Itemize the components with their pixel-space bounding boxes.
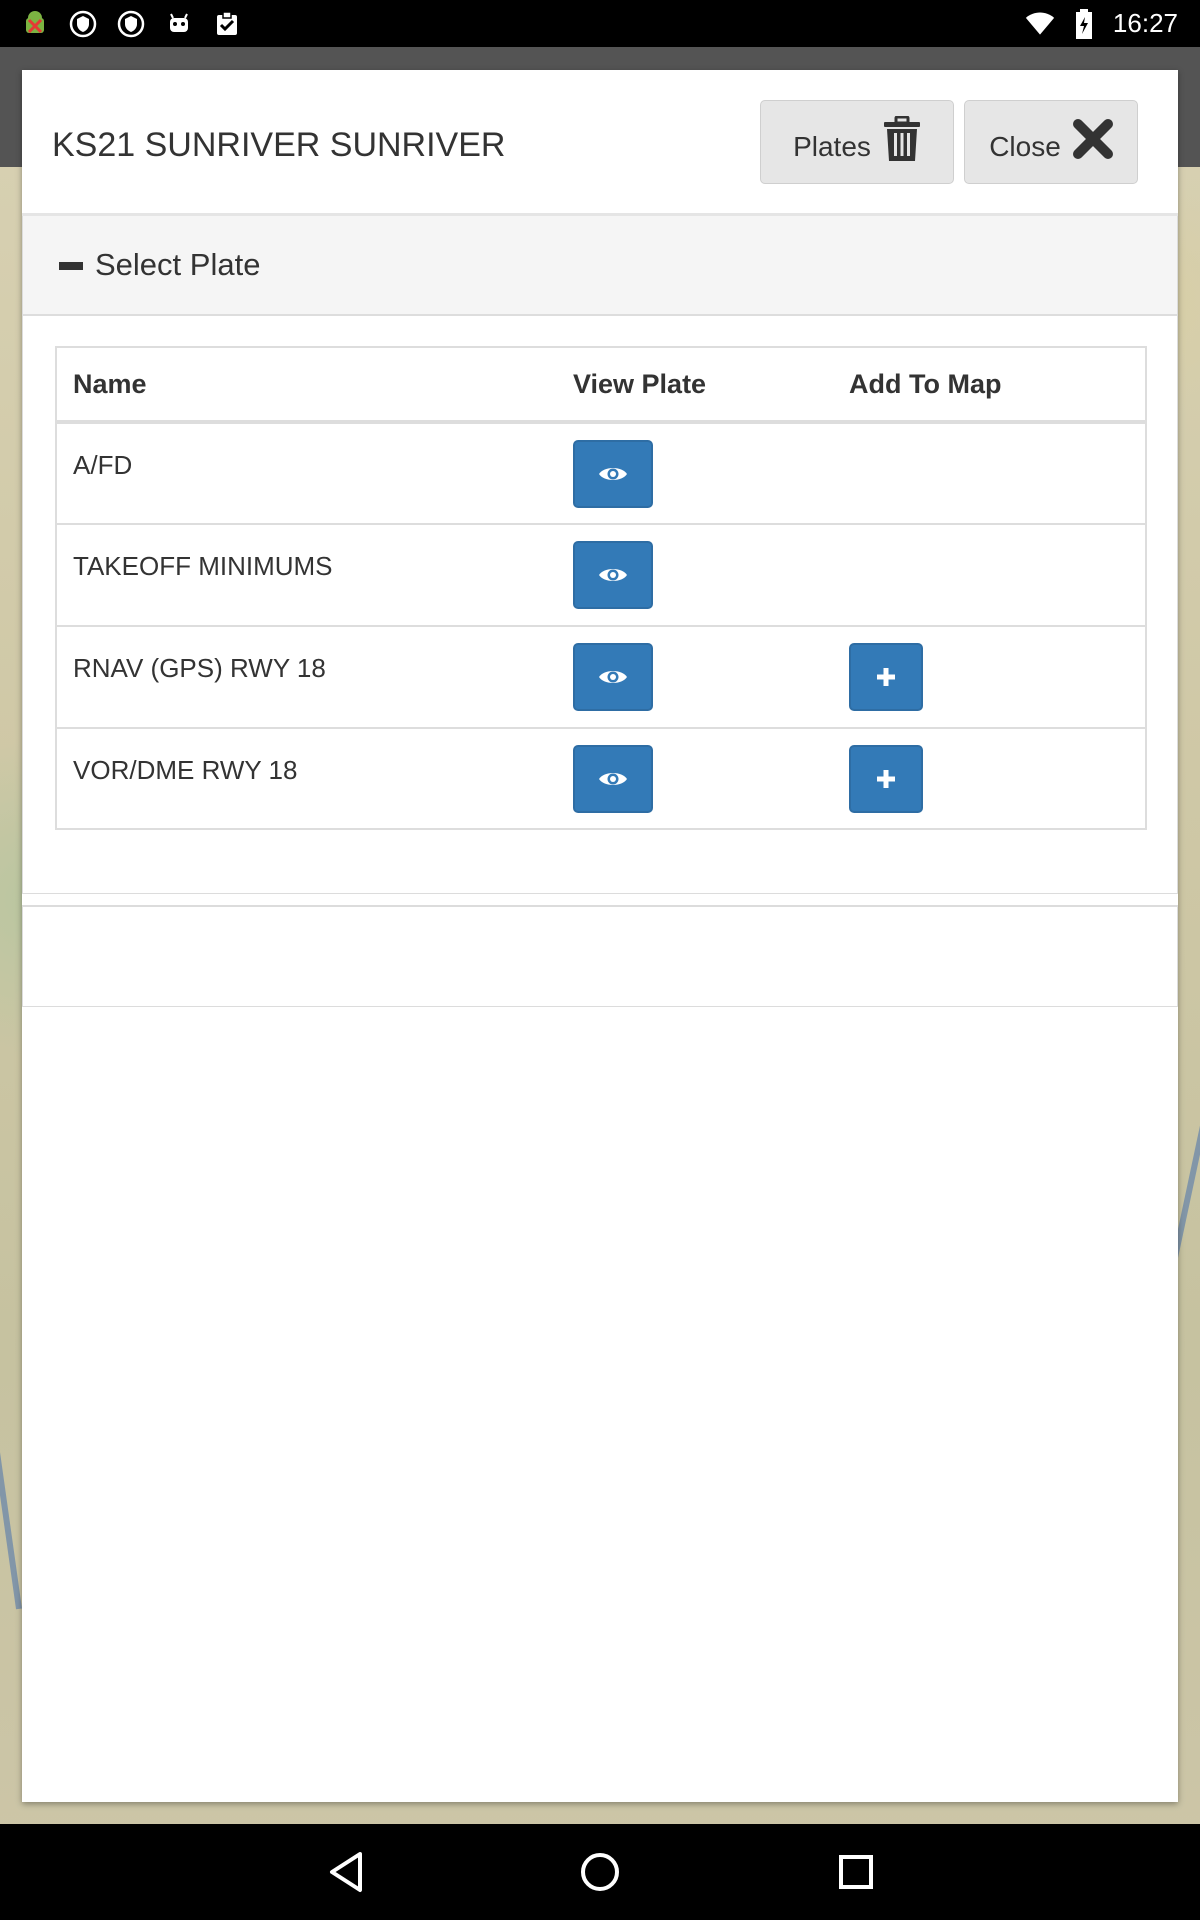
column-header-view-plate: View Plate (557, 348, 833, 424)
add-to-map-button[interactable] (849, 643, 923, 711)
table-row: RNAV (GPS) RWY 18 (57, 625, 1145, 728)
plate-name: RNAV (GPS) RWY 18 (57, 625, 557, 728)
panel-title: Select Plate (95, 247, 261, 282)
clipboard-check-icon (212, 9, 242, 39)
shield-icon (116, 9, 146, 39)
plates-button-label: Plates (793, 131, 871, 162)
home-button[interactable] (576, 1848, 624, 1896)
view-cell (557, 727, 833, 830)
plates-modal: KS21 SUNRIVER SUNRIVER Plates Close Sele… (22, 70, 1178, 1802)
view-plate-button[interactable] (573, 643, 653, 711)
close-button-label: Close (989, 131, 1061, 162)
table-header-row: Name View Plate Add To Map (57, 348, 1145, 424)
column-header-name: Name (57, 348, 557, 424)
recents-icon (839, 1855, 873, 1889)
plate-name: A/FD (73, 450, 133, 480)
add-cell (833, 727, 1145, 830)
select-plate-heading[interactable]: Select Plate (23, 216, 1177, 316)
plus-icon (877, 770, 895, 788)
table-row: A/FD (57, 422, 1145, 524)
eye-icon (599, 671, 627, 683)
map-river (0, 1380, 22, 1610)
trash-icon (883, 115, 921, 169)
close-button[interactable]: Close (964, 100, 1138, 184)
add-cell (833, 625, 1145, 728)
close-icon (1072, 118, 1113, 166)
home-icon (581, 1853, 619, 1891)
modal-title: KS21 SUNRIVER SUNRIVER (52, 126, 506, 164)
status-bar: 16:27 (0, 0, 1200, 47)
battery-icon (1069, 8, 1099, 39)
modal-header: KS21 SUNRIVER SUNRIVER Plates Close (22, 70, 1178, 216)
android-debug-icon (20, 9, 50, 39)
android-icon (164, 9, 194, 39)
eye-icon (599, 569, 627, 581)
shield-icon (68, 9, 98, 39)
back-icon (330, 1852, 362, 1892)
column-header-add-to-map: Add To Map (833, 348, 1145, 424)
view-plate-button[interactable] (573, 541, 653, 609)
add-cell (833, 523, 1145, 626)
wifi-icon (1025, 9, 1055, 39)
empty-panel (22, 905, 1178, 1007)
plates-button[interactable]: Plates (760, 100, 954, 184)
eye-icon (599, 773, 627, 785)
table-row: TAKEOFF MINIMUMS (57, 523, 1145, 626)
table-row: VOR/DME RWY 18 (57, 727, 1145, 830)
view-cell (557, 523, 833, 626)
eye-icon (599, 468, 627, 480)
navigation-bar (0, 1824, 1200, 1920)
back-button[interactable] (322, 1848, 370, 1896)
view-cell (557, 625, 833, 728)
recents-button[interactable] (832, 1848, 880, 1896)
view-cell (557, 422, 833, 524)
plate-name: TAKEOFF MINIMUMS (57, 523, 557, 626)
view-plate-button[interactable] (573, 440, 653, 508)
plate-name: VOR/DME RWY 18 (57, 727, 557, 830)
plates-table: Name View Plate Add To Map A/FD TAKEOFF … (55, 346, 1147, 830)
collapse-minus-icon (59, 262, 83, 270)
plus-icon (877, 668, 895, 686)
status-clock: 16:27 (1112, 8, 1178, 38)
add-cell (833, 422, 1145, 524)
add-to-map-button[interactable] (849, 745, 923, 813)
view-plate-button[interactable] (573, 745, 653, 813)
select-plate-panel: Select Plate Name View Plate Add To Map … (22, 216, 1178, 894)
